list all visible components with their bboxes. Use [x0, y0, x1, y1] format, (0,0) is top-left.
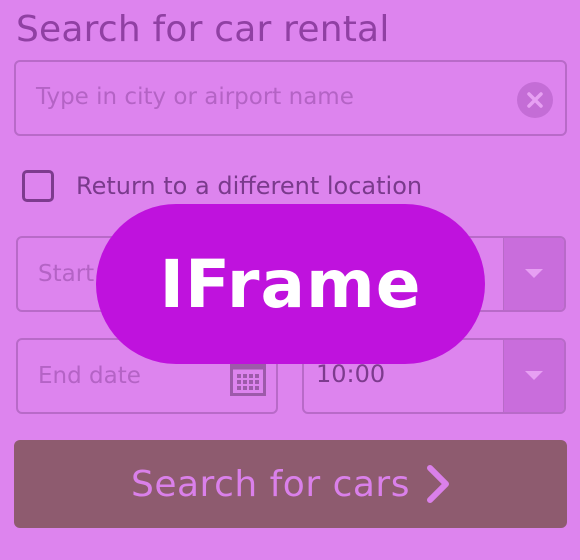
return-different-location-option[interactable]: Return to a different location [22, 168, 422, 204]
iframe-label: IFrame [159, 245, 422, 323]
end-time-dropdown-button[interactable] [503, 340, 564, 412]
location-input[interactable]: Type in city or airport name [14, 60, 567, 136]
calendar-icon[interactable] [230, 362, 266, 400]
end-date-placeholder: End date [38, 363, 141, 389]
form-title: Search for car rental [16, 9, 390, 50]
iframe-placeholder-badge: IFrame [96, 204, 485, 364]
chevron-down-icon [525, 371, 543, 380]
search-cars-button[interactable]: Search for cars [14, 440, 567, 528]
return-different-checkbox[interactable] [22, 170, 54, 202]
close-icon [527, 92, 543, 108]
search-cars-label: Search for cars [131, 463, 410, 505]
end-time-value: 10:00 [316, 360, 386, 388]
location-placeholder: Type in city or airport name [36, 84, 354, 110]
return-different-label: Return to a different location [76, 172, 423, 200]
chevron-right-icon [426, 465, 450, 503]
clear-location-button[interactable] [517, 82, 553, 118]
chevron-down-icon [525, 269, 543, 278]
start-time-dropdown-button[interactable] [503, 238, 564, 310]
